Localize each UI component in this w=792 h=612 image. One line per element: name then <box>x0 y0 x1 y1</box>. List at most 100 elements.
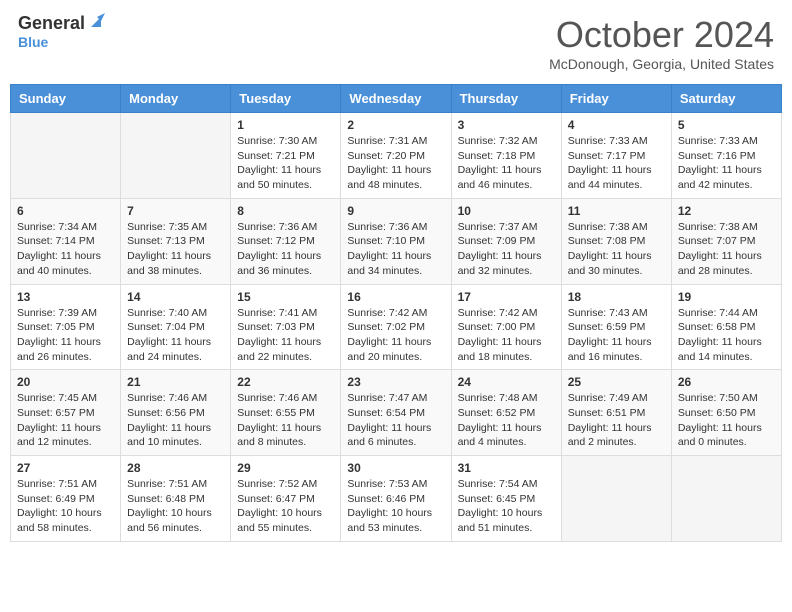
day-info: Sunrise: 7:51 AM Sunset: 6:49 PM Dayligh… <box>17 477 114 536</box>
day-number: 21 <box>127 375 224 389</box>
calendar-week-row: 27 Sunrise: 7:51 AM Sunset: 6:49 PM Dayli… <box>11 456 782 542</box>
day-number: 10 <box>458 204 555 218</box>
day-number: 11 <box>568 204 665 218</box>
day-number: 25 <box>568 375 665 389</box>
day-number: 16 <box>347 290 444 304</box>
calendar-day-cell: 22Sunrise: 7:46 AM Sunset: 6:55 PM Dayli… <box>231 370 341 456</box>
calendar-day-cell <box>561 456 671 542</box>
day-info: Sunrise: 7:42 AM Sunset: 7:00 PM Dayligh… <box>458 306 555 365</box>
day-of-week-header: Sunday <box>11 85 121 113</box>
day-info: Sunrise: 7:54 AM Sunset: 6:45 PM Dayligh… <box>458 477 555 536</box>
day-info: Sunrise: 7:46 AM Sunset: 6:56 PM Dayligh… <box>127 391 224 450</box>
calendar-day-cell: 24 Sunrise: 7:48 AM Sunset: 6:52 PM Dayli… <box>451 370 561 456</box>
day-info: Sunrise: 7:45 AM Sunset: 6:57 PM Dayligh… <box>17 391 114 450</box>
calendar-day-cell: 14Sunrise: 7:40 AM Sunset: 7:04 PM Dayli… <box>121 284 231 370</box>
calendar-day-cell: 3Sunrise: 7:32 AM Sunset: 7:18 PM Daylig… <box>451 113 561 199</box>
calendar-table: SundayMondayTuesdayWednesdayThursdayFrid… <box>10 84 782 542</box>
day-number: 2 <box>347 118 444 132</box>
day-info: Sunrise: 7:41 AM Sunset: 7:03 PM Dayligh… <box>237 306 334 365</box>
day-info: Sunrise: 7:37 AM Sunset: 7:09 PM Dayligh… <box>458 220 555 279</box>
calendar-day-cell: 28 Sunrise: 7:51 AM Sunset: 6:48 PM Dayli… <box>121 456 231 542</box>
calendar-day-cell: 9 Sunrise: 7:36 AM Sunset: 7:10 PM Daylig… <box>341 198 451 284</box>
calendar-day-cell: 25 Sunrise: 7:49 AM Sunset: 6:51 PM Dayli… <box>561 370 671 456</box>
page-header: General Blue October 2024 McDonough, Geo… <box>10 10 782 76</box>
day-of-week-header: Thursday <box>451 85 561 113</box>
day-info: Sunrise: 7:39 AM Sunset: 7:05 PM Dayligh… <box>17 306 114 365</box>
day-number: 19 <box>678 290 775 304</box>
calendar-week-row: 6Sunrise: 7:34 AM Sunset: 7:14 PM Daylig… <box>11 198 782 284</box>
day-number: 9 <box>347 204 444 218</box>
day-number: 8 <box>237 204 334 218</box>
day-info: Sunrise: 7:53 AM Sunset: 6:46 PM Dayligh… <box>347 477 444 536</box>
calendar-day-cell: 13 Sunrise: 7:39 AM Sunset: 7:05 PM Dayli… <box>11 284 121 370</box>
day-number: 29 <box>237 461 334 475</box>
calendar-day-cell: 6Sunrise: 7:34 AM Sunset: 7:14 PM Daylig… <box>11 198 121 284</box>
day-info: Sunrise: 7:51 AM Sunset: 6:48 PM Dayligh… <box>127 477 224 536</box>
calendar-day-cell: 5Sunrise: 7:33 AM Sunset: 7:16 PM Daylig… <box>671 113 781 199</box>
day-number: 27 <box>17 461 114 475</box>
calendar-day-cell: 20 Sunrise: 7:45 AM Sunset: 6:57 PM Dayli… <box>11 370 121 456</box>
calendar-header-row: SundayMondayTuesdayWednesdayThursdayFrid… <box>11 85 782 113</box>
calendar-day-cell: 7 Sunrise: 7:35 AM Sunset: 7:13 PM Daylig… <box>121 198 231 284</box>
location: McDonough, Georgia, United States <box>549 56 774 72</box>
day-number: 28 <box>127 461 224 475</box>
day-info: Sunrise: 7:48 AM Sunset: 6:52 PM Dayligh… <box>458 391 555 450</box>
day-number: 20 <box>17 375 114 389</box>
day-info: Sunrise: 7:50 AM Sunset: 6:50 PM Dayligh… <box>678 391 775 450</box>
day-info: Sunrise: 7:49 AM Sunset: 6:51 PM Dayligh… <box>568 391 665 450</box>
title-section: October 2024 McDonough, Georgia, United … <box>549 14 774 72</box>
logo-blue: Blue <box>18 34 48 50</box>
calendar-day-cell: 10 Sunrise: 7:37 AM Sunset: 7:09 PM Dayli… <box>451 198 561 284</box>
calendar-day-cell: 27 Sunrise: 7:51 AM Sunset: 6:49 PM Dayli… <box>11 456 121 542</box>
calendar-day-cell: 11 Sunrise: 7:38 AM Sunset: 7:08 PM Dayli… <box>561 198 671 284</box>
day-info: Sunrise: 7:31 AM Sunset: 7:20 PM Dayligh… <box>347 134 444 193</box>
day-info: Sunrise: 7:42 AM Sunset: 7:02 PM Dayligh… <box>347 306 444 365</box>
day-info: Sunrise: 7:36 AM Sunset: 7:12 PM Dayligh… <box>237 220 334 279</box>
calendar-day-cell: 21 Sunrise: 7:46 AM Sunset: 6:56 PM Dayli… <box>121 370 231 456</box>
calendar-week-row: 1 Sunrise: 7:30 AM Sunset: 7:21 PM Daylig… <box>11 113 782 199</box>
calendar-day-cell: 18Sunrise: 7:43 AM Sunset: 6:59 PM Dayli… <box>561 284 671 370</box>
day-of-week-header: Wednesday <box>341 85 451 113</box>
calendar-day-cell: 17 Sunrise: 7:42 AM Sunset: 7:00 PM Dayli… <box>451 284 561 370</box>
day-number: 17 <box>458 290 555 304</box>
calendar-day-cell: 26 Sunrise: 7:50 AM Sunset: 6:50 PM Dayli… <box>671 370 781 456</box>
calendar-day-cell: 1 Sunrise: 7:30 AM Sunset: 7:21 PM Daylig… <box>231 113 341 199</box>
logo-bird-icon <box>87 13 105 31</box>
day-number: 3 <box>458 118 555 132</box>
day-info: Sunrise: 7:33 AM Sunset: 7:17 PM Dayligh… <box>568 134 665 193</box>
day-info: Sunrise: 7:36 AM Sunset: 7:10 PM Dayligh… <box>347 220 444 279</box>
day-info: Sunrise: 7:47 AM Sunset: 6:54 PM Dayligh… <box>347 391 444 450</box>
day-number: 13 <box>17 290 114 304</box>
day-of-week-header: Tuesday <box>231 85 341 113</box>
day-info: Sunrise: 7:34 AM Sunset: 7:14 PM Dayligh… <box>17 220 114 279</box>
calendar-day-cell: 23 Sunrise: 7:47 AM Sunset: 6:54 PM Dayli… <box>341 370 451 456</box>
day-number: 31 <box>458 461 555 475</box>
day-number: 23 <box>347 375 444 389</box>
day-info: Sunrise: 7:44 AM Sunset: 6:58 PM Dayligh… <box>678 306 775 365</box>
day-info: Sunrise: 7:52 AM Sunset: 6:47 PM Dayligh… <box>237 477 334 536</box>
day-info: Sunrise: 7:40 AM Sunset: 7:04 PM Dayligh… <box>127 306 224 365</box>
day-info: Sunrise: 7:38 AM Sunset: 7:08 PM Dayligh… <box>568 220 665 279</box>
calendar-day-cell <box>11 113 121 199</box>
day-of-week-header: Monday <box>121 85 231 113</box>
calendar-day-cell: 8 Sunrise: 7:36 AM Sunset: 7:12 PM Daylig… <box>231 198 341 284</box>
day-number: 12 <box>678 204 775 218</box>
calendar-day-cell <box>121 113 231 199</box>
day-info: Sunrise: 7:30 AM Sunset: 7:21 PM Dayligh… <box>237 134 334 193</box>
day-number: 15 <box>237 290 334 304</box>
calendar-week-row: 13 Sunrise: 7:39 AM Sunset: 7:05 PM Dayli… <box>11 284 782 370</box>
day-number: 1 <box>237 118 334 132</box>
day-number: 4 <box>568 118 665 132</box>
day-number: 24 <box>458 375 555 389</box>
logo-general: General <box>18 14 85 34</box>
day-of-week-header: Friday <box>561 85 671 113</box>
day-number: 7 <box>127 204 224 218</box>
calendar-day-cell: 30Sunrise: 7:53 AM Sunset: 6:46 PM Dayli… <box>341 456 451 542</box>
day-info: Sunrise: 7:35 AM Sunset: 7:13 PM Dayligh… <box>127 220 224 279</box>
calendar-day-cell: 4 Sunrise: 7:33 AM Sunset: 7:17 PM Daylig… <box>561 113 671 199</box>
calendar-day-cell: 12Sunrise: 7:38 AM Sunset: 7:07 PM Dayli… <box>671 198 781 284</box>
calendar-day-cell: 29 Sunrise: 7:52 AM Sunset: 6:47 PM Dayli… <box>231 456 341 542</box>
month-title: October 2024 <box>549 14 774 56</box>
calendar-day-cell: 19 Sunrise: 7:44 AM Sunset: 6:58 PM Dayli… <box>671 284 781 370</box>
day-number: 26 <box>678 375 775 389</box>
